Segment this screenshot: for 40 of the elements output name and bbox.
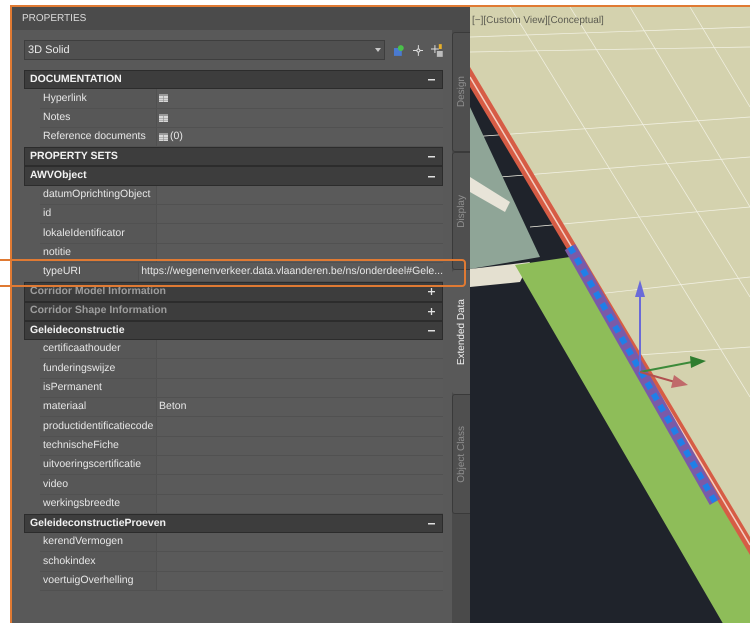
property-label: certificaathouder <box>40 340 157 358</box>
section-title: PROPERTY SETS <box>30 148 118 164</box>
property-value[interactable]: (0) <box>157 128 443 146</box>
caret-icon <box>374 48 381 52</box>
section-header[interactable]: DOCUMENTATION <box>24 70 443 90</box>
quick-select-icon[interactable] <box>392 44 405 56</box>
section-title: Corridor Shape Information <box>30 303 168 318</box>
expand-icon[interactable] <box>428 308 435 315</box>
section-title: Corridor Model Information <box>30 284 166 300</box>
collapse-icon[interactable] <box>428 153 435 160</box>
property-label: video <box>40 475 157 494</box>
select-objects-icon[interactable] <box>431 44 444 56</box>
property-label: funderingswijze <box>40 359 157 378</box>
expand-icon[interactable] <box>428 288 435 296</box>
collapse-icon[interactable] <box>428 327 435 334</box>
viewport-label[interactable]: [−][Custom View][Conceptual] <box>472 13 604 28</box>
property-label: werkingsbreedte <box>40 494 157 513</box>
property-label: voertuigOverhelling <box>40 572 157 590</box>
section-header[interactable]: Corridor Shape Information <box>24 302 443 321</box>
section-title: AWVObject <box>30 168 87 184</box>
side-tab[interactable]: Extended Data <box>452 270 470 394</box>
section-header[interactable]: GeleideconstructieProeven <box>24 514 443 534</box>
section-header[interactable]: Geleideconstructie <box>24 320 443 340</box>
property-label: technischeFiche <box>40 436 157 455</box>
section-title: DOCUMENTATION <box>30 72 122 87</box>
panel-title: PROPERTIES <box>22 12 86 26</box>
object-type-dropdown[interactable]: 3D Solid <box>24 40 385 60</box>
property-label: typeURI <box>40 262 140 282</box>
collapse-icon[interactable] <box>428 76 435 84</box>
section-header[interactable]: PROPERTY SETS <box>24 147 443 166</box>
value-text: (0) <box>170 129 183 144</box>
value-text: Beton <box>159 399 186 414</box>
section-title: Geleideconstructie <box>30 322 125 338</box>
property-label: datumOprichtingObject <box>40 186 157 204</box>
section-title: GeleideconstructieProeven <box>30 516 166 531</box>
section-header[interactable]: AWVObject <box>24 166 443 186</box>
property-label: schokindex <box>40 552 157 571</box>
section-header[interactable]: Corridor Model Information <box>24 282 443 302</box>
crosshair-icon[interactable] <box>412 44 424 56</box>
property-value[interactable]: Beton <box>157 398 443 416</box>
